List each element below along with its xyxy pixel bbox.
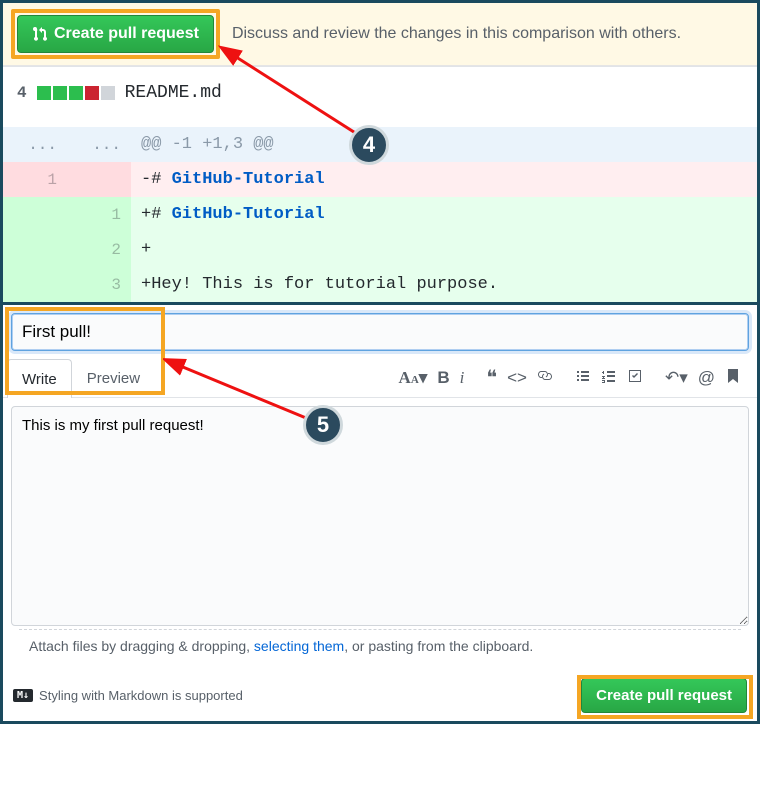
quote-icon[interactable]: ❝ [486, 373, 497, 383]
numbered-list-icon[interactable] [601, 368, 617, 389]
hunk-text: @@ -1 +1,3 @@ [131, 127, 757, 162]
task-list-icon[interactable] [627, 368, 643, 389]
diff-stat-squares [37, 86, 115, 100]
page-root: Create pull request Discuss and review t… [0, 0, 760, 724]
diff-row: 1+# GitHub-Tutorial [3, 197, 757, 232]
tab-write[interactable]: Write [7, 359, 72, 398]
textarea-wrap: Attach files by dragging & dropping, sel… [3, 398, 757, 670]
diff-table: ......@@ -1 +1,3 @@1-# GitHub-Tutorial1+… [3, 127, 757, 302]
create-pull-request-button-bottom[interactable]: Create pull request [581, 678, 747, 713]
diff-row: 2+ [3, 232, 757, 267]
create-pull-request-label: Create pull request [54, 25, 199, 43]
attach-prefix: Attach files by dragging & dropping, [29, 638, 254, 654]
reply-icon[interactable]: ↶▾ [665, 368, 688, 388]
bold-icon[interactable]: B [437, 368, 449, 388]
pr-title-input[interactable] [11, 313, 749, 351]
diff-row: 3+Hey! This is for tutorial purpose. [3, 267, 757, 302]
diff-stat-square [69, 86, 83, 100]
diff-stat-square [85, 86, 99, 100]
diff-code: +# GitHub-Tutorial [131, 197, 757, 232]
diff-code: +Hey! This is for tutorial purpose. [131, 267, 757, 302]
create-pull-request-button-top[interactable]: Create pull request [17, 15, 214, 53]
text-size-icon[interactable]: AA▾ [399, 368, 428, 388]
file-diff-block: 4 README.md ......@@ -1 +1,3 @@1-# GitHu… [3, 66, 757, 302]
banner-description: Discuss and review the changes in this c… [232, 25, 681, 43]
diff-code: -# GitHub-Tutorial [131, 162, 757, 197]
pull-request-icon [32, 26, 48, 42]
highlight-create-top: Create pull request [11, 9, 220, 59]
pr-body-textarea[interactable] [11, 406, 749, 626]
diff-hunk-row: ......@@ -1 +1,3 @@ [3, 127, 757, 162]
attach-bar: Attach files by dragging & dropping, sel… [19, 629, 741, 662]
diff-stat-square [37, 86, 51, 100]
mention-icon[interactable]: @ [698, 368, 715, 388]
bookmark-icon[interactable] [725, 368, 741, 389]
title-wrap [3, 305, 757, 359]
file-header: 4 README.md [3, 67, 757, 127]
diff-stat-square [53, 86, 67, 100]
footer-row: M↓ Styling with Markdown is supported Cr… [3, 670, 757, 721]
diff-row: 1-# GitHub-Tutorial [3, 162, 757, 197]
bulleted-list-icon[interactable] [575, 368, 591, 389]
tab-preview[interactable]: Preview [72, 359, 155, 397]
italic-icon[interactable]: i [460, 368, 465, 388]
tabs-row: Write Preview AA▾ B i ❝ <> [3, 359, 757, 398]
attach-select-link[interactable]: selecting them [254, 638, 344, 654]
link-icon[interactable] [537, 368, 553, 389]
markdown-supported-text: Styling with Markdown is supported [39, 688, 243, 703]
diff-stat-square [101, 86, 115, 100]
diff-code: + [131, 232, 757, 267]
compare-banner: Create pull request Discuss and review t… [3, 3, 757, 66]
code-icon[interactable]: <> [507, 368, 527, 388]
diff-change-count: 4 [17, 84, 27, 102]
diff-filename: README.md [125, 83, 222, 103]
markdown-badge-icon: M↓ [13, 689, 33, 702]
formatting-toolbar: AA▾ B i ❝ <> ↶▾ @ [399, 368, 753, 389]
pr-form: Write Preview AA▾ B i ❝ <> [3, 302, 757, 721]
attach-suffix: , or pasting from the clipboard. [344, 638, 533, 654]
tabs: Write Preview [7, 359, 155, 397]
